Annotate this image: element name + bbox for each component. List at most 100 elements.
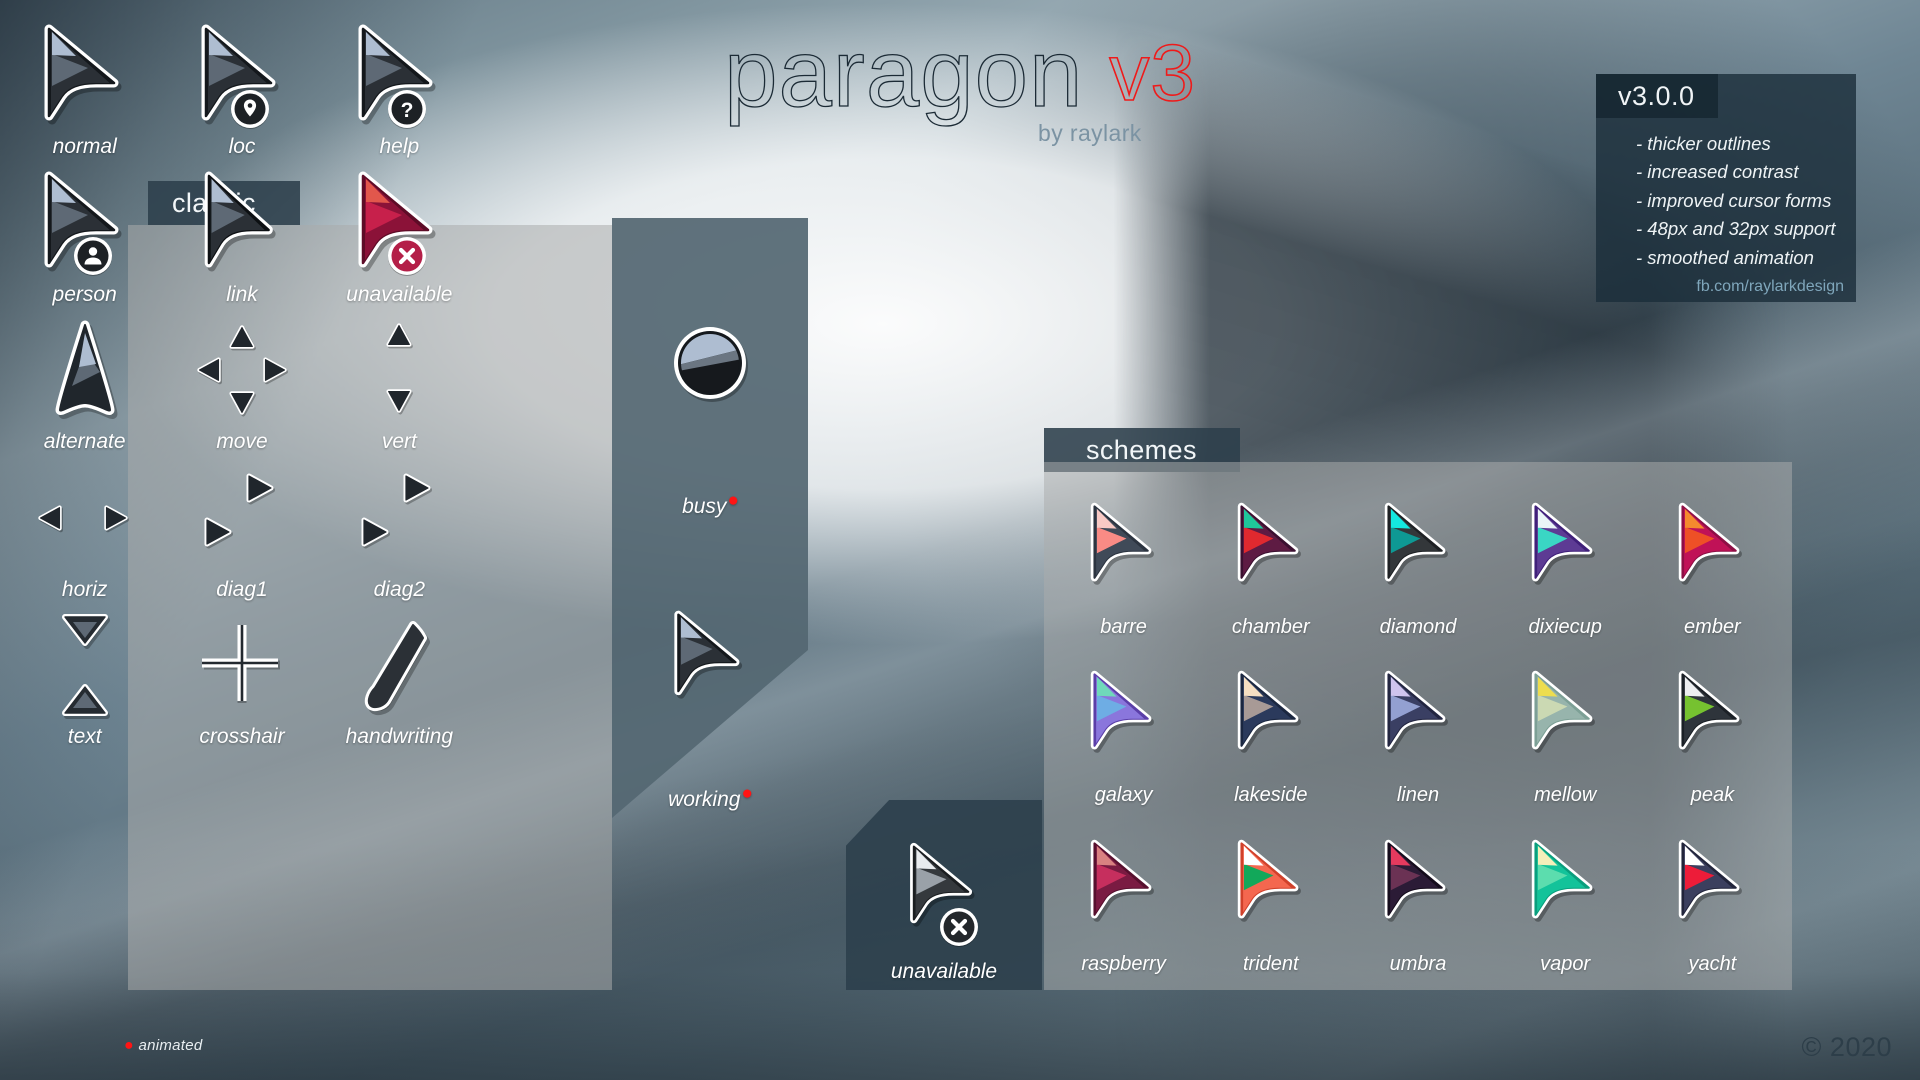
cursor-cell[interactable]: diamond [1344, 476, 1491, 645]
cursor-label: ember [1684, 615, 1741, 638]
cursor-cell[interactable]: dixiecup [1492, 476, 1639, 645]
cursor-label: working● [668, 783, 753, 811]
unavailable-cursor-grid: unavailable [846, 800, 1042, 990]
cursor-label: diamond [1379, 615, 1457, 638]
cursor-cell[interactable]: loc [163, 18, 320, 165]
cursor-cell[interactable]: handwriting [321, 608, 478, 755]
cursor-cell[interactable]: diag1 [163, 460, 320, 607]
cursor-preview [6, 165, 163, 280]
cursor-label: horiz [61, 577, 108, 601]
cursor-preview [163, 165, 320, 280]
cursor-cell[interactable]: text [6, 608, 163, 755]
cursor-cell[interactable]: barre [1050, 476, 1197, 645]
cursor-preview [321, 460, 478, 575]
cursor-cell[interactable]: galaxy [1050, 645, 1197, 814]
cursor-label: raspberry [1081, 953, 1166, 975]
facebook-link[interactable]: fb.com/raylarkdesign [1596, 278, 1856, 296]
cursor-cell[interactable]: link [163, 165, 320, 312]
cursor-label: barre [1100, 615, 1147, 638]
cursor-cell[interactable]: chamber [1197, 476, 1344, 645]
cursor-preview [612, 525, 808, 786]
cursor-label: normal [52, 135, 117, 159]
changelog-item: - smoothed animation [1636, 246, 1814, 268]
cursor-cell[interactable]: vert [321, 313, 478, 460]
changelog-item: - 48px and 32px support [1636, 218, 1836, 240]
cursor-cell[interactable]: vapor [1492, 813, 1639, 982]
cursor-cell[interactable]: trident [1197, 813, 1344, 982]
cursor-preview [1639, 476, 1786, 614]
cursor-preview [163, 313, 320, 428]
cursor-preview [163, 608, 320, 723]
cursor-preview [321, 313, 478, 428]
legend-dot-icon: ● [124, 1037, 134, 1054]
cursor-cell[interactable]: ember [1639, 476, 1786, 645]
cursor-cell[interactable]: busy● [612, 232, 808, 525]
schemes-cursor-grid: barre chamber diamond dixiecup ember galaxy la… [1044, 462, 1792, 990]
cursor-cell[interactable]: move [163, 313, 320, 460]
cursor-cell[interactable]: peak [1639, 645, 1786, 814]
cursor-cell[interactable]: yacht [1639, 813, 1786, 982]
cursor-label: alternate [43, 430, 126, 454]
cursor-preview [6, 608, 163, 723]
cursor-label: dixiecup [1528, 615, 1602, 638]
cursor-label: trident [1242, 953, 1299, 975]
cursor-preview [1492, 813, 1639, 951]
svg-text:?: ? [401, 99, 414, 122]
cursor-label: person [52, 282, 117, 306]
cursor-preview [163, 460, 320, 575]
cursor-preview [1344, 813, 1491, 951]
cursor-cell[interactable]: linen [1344, 645, 1491, 814]
version-number: v3.0.0 [1596, 74, 1718, 118]
cursor-cell[interactable]: normal [6, 18, 163, 165]
cursor-label: handwriting [345, 724, 454, 748]
cursor-cell[interactable]: unavailable [846, 800, 1042, 990]
cursor-preview [612, 232, 808, 493]
cursor-preview [1492, 645, 1639, 783]
cursor-label: chamber [1231, 615, 1310, 638]
cursor-cell[interactable]: crosshair [163, 608, 320, 755]
cursor-label: move [216, 430, 268, 454]
cursor-preview [163, 18, 320, 133]
cursor-cell[interactable]: working● [612, 525, 808, 818]
changelog-item: - improved cursor forms [1636, 189, 1832, 211]
cursor-cell[interactable]: diag2 [321, 460, 478, 607]
cursor-preview [1197, 813, 1344, 951]
cursor-label: text [67, 724, 102, 748]
cursor-cell[interactable]: umbra [1344, 813, 1491, 982]
cursor-cell[interactable]: ? help [321, 18, 478, 165]
cursor-cell[interactable]: person [6, 165, 163, 312]
app-stage: paragonv3 by raylark v3.0.0 - thicker ou… [0, 0, 1920, 1080]
cursor-preview [321, 165, 478, 280]
cursor-label: umbra [1389, 953, 1447, 975]
animated-dot-icon: ● [727, 490, 739, 511]
cursor-label: linen [1396, 784, 1440, 807]
cursor-preview [1050, 645, 1197, 783]
cursor-cell[interactable]: horiz [6, 460, 163, 607]
cursor-label: yacht [1688, 953, 1737, 975]
cursor-preview [1639, 645, 1786, 783]
classic-cursor-grid: normal loc? help person link unavailable alter… [0, 0, 484, 765]
animated-dot-icon: ● [741, 783, 753, 804]
cursor-preview [1344, 476, 1491, 614]
cursor-preview [6, 313, 163, 428]
cursor-cell[interactable]: alternate [6, 313, 163, 460]
cursor-preview [1492, 476, 1639, 614]
cursor-preview [1197, 476, 1344, 614]
changelog-item: - increased contrast [1636, 161, 1799, 183]
cursor-label: galaxy [1094, 784, 1153, 807]
changelog-item: - thicker outlines [1636, 133, 1771, 154]
cursor-label: busy● [682, 490, 739, 518]
cursor-cell[interactable]: unavailable [321, 165, 478, 312]
cursor-preview: ? [321, 18, 478, 133]
cursor-cell[interactable]: lakeside [1197, 645, 1344, 814]
cursor-cell[interactable]: mellow [1492, 645, 1639, 814]
legend-label: animated [138, 1037, 203, 1054]
cursor-label: lakeside [1234, 784, 1308, 807]
cursor-preview [846, 814, 1042, 958]
cursor-cell[interactable]: raspberry [1050, 813, 1197, 982]
cursor-label: diag2 [373, 577, 426, 601]
cursor-label: mellow [1534, 784, 1597, 807]
changelog-list: - thicker outlines - increased contrast … [1636, 130, 1866, 272]
cursor-label: crosshair [199, 724, 285, 748]
cursor-preview [1050, 476, 1197, 614]
